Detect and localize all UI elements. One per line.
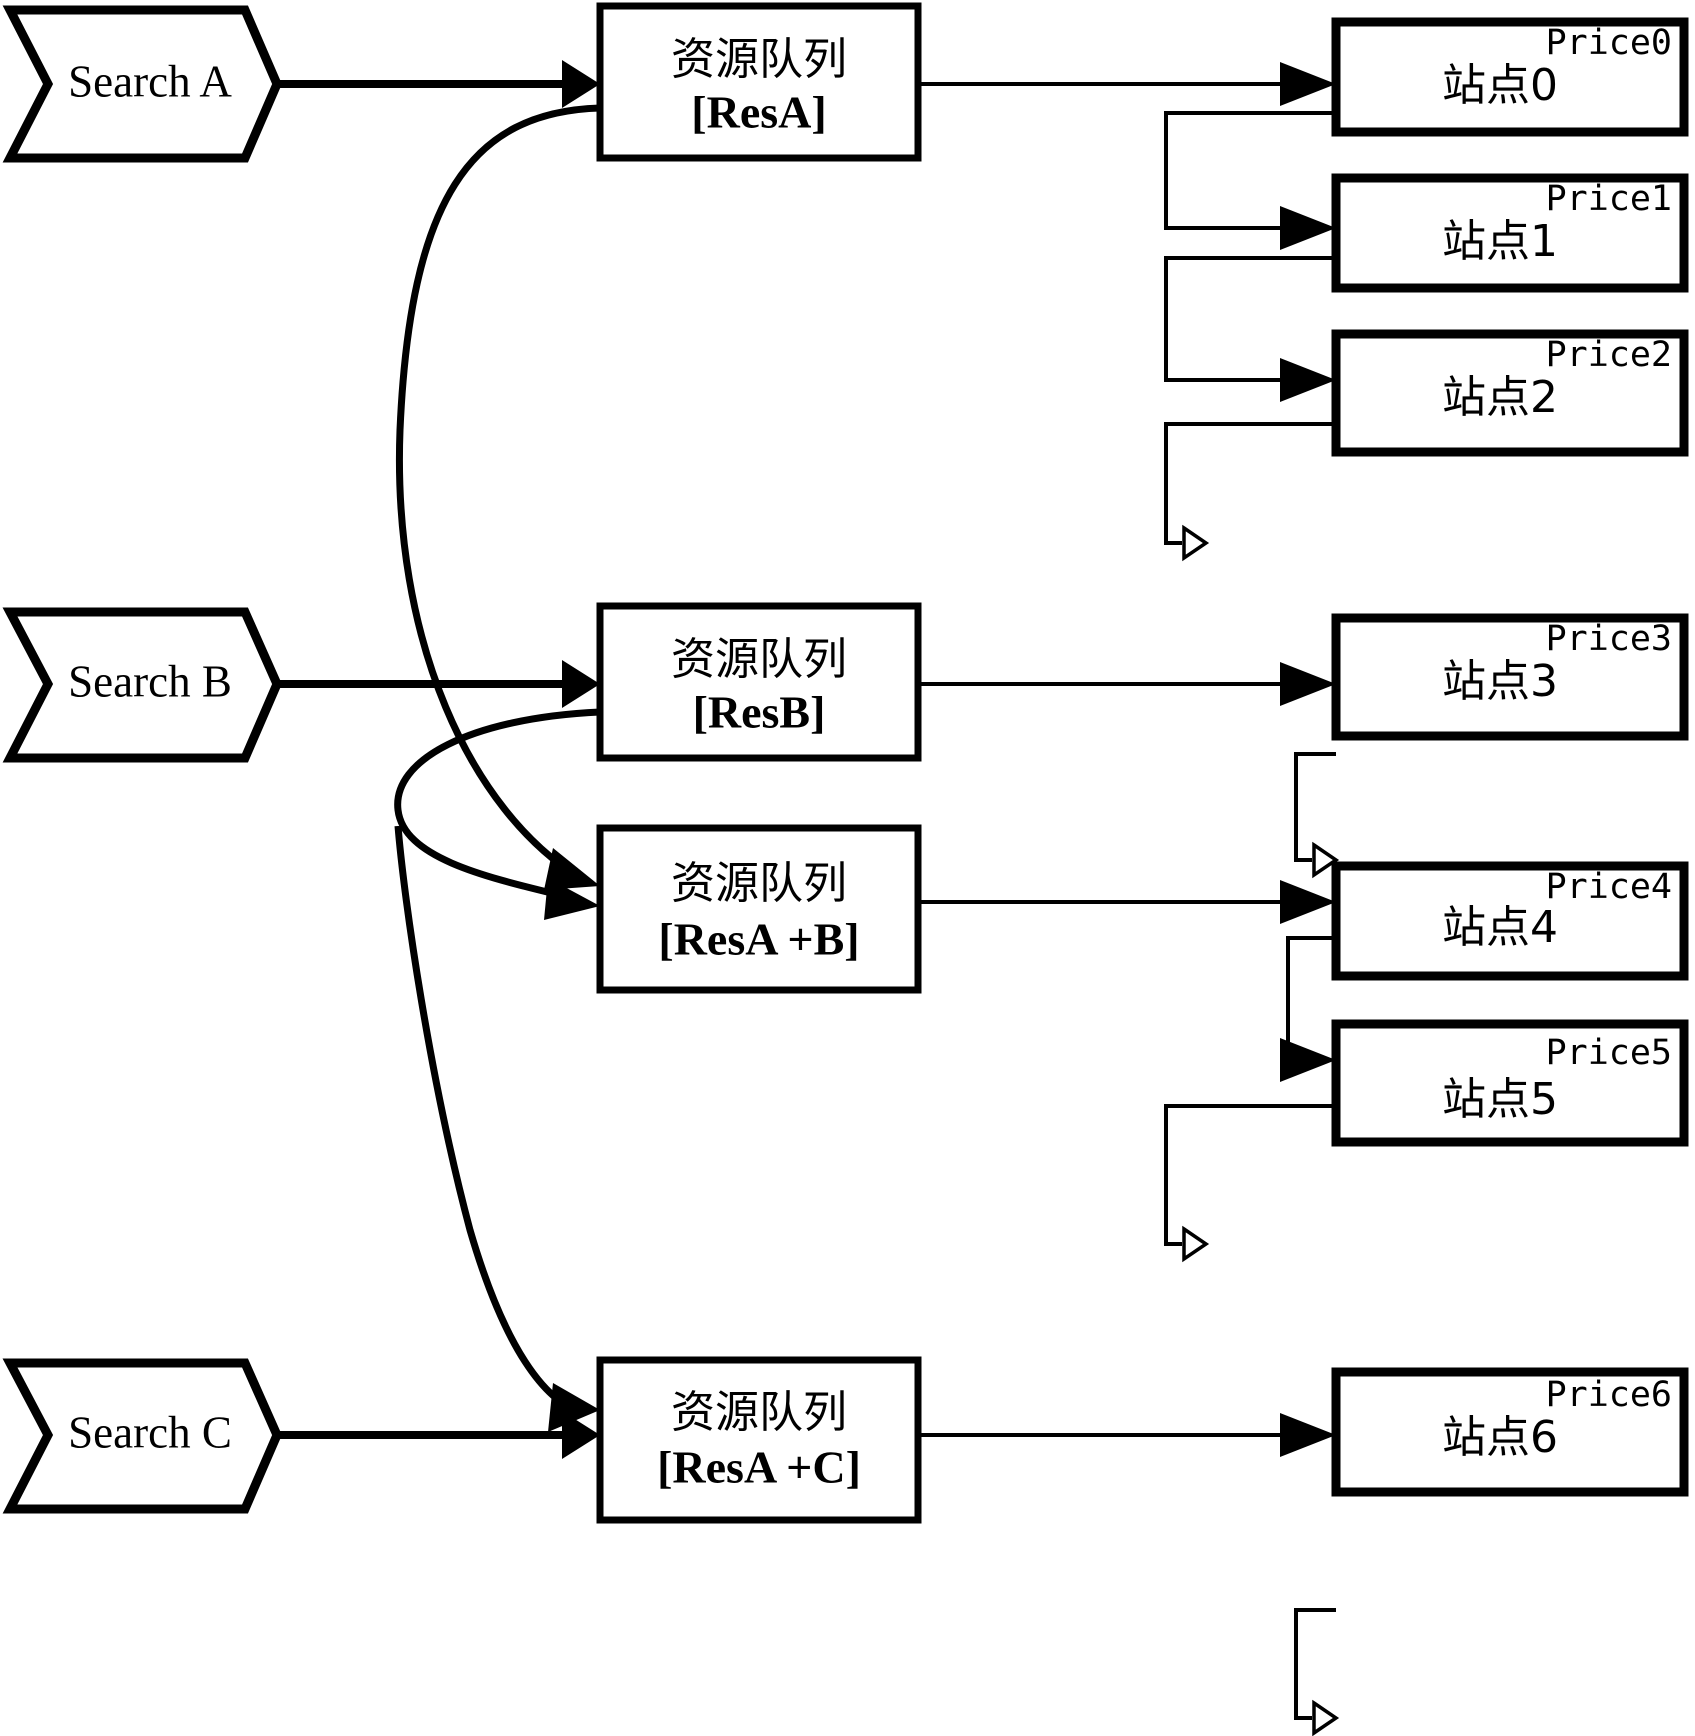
edge-resac-to-site6 bbox=[918, 1413, 1336, 1457]
site-node-2[interactable]: Price2 站点2 bbox=[1331, 329, 1689, 457]
site-6-price: Price6 bbox=[1546, 1375, 1672, 1415]
chain-site2-terminal bbox=[1164, 422, 1336, 562]
queue-resa-line2: [ResA] bbox=[691, 87, 826, 138]
site-node-1[interactable]: Price1 站点1 bbox=[1331, 173, 1689, 293]
queue-node-resa[interactable]: 资源队列 [ResA] bbox=[596, 2, 922, 162]
queue-resab-line2: [ResA +B] bbox=[658, 914, 859, 965]
edge-resa-to-site0 bbox=[918, 62, 1336, 106]
site-node-4[interactable]: Price4 站点4 bbox=[1331, 861, 1689, 981]
edge-resab-to-site4 bbox=[918, 880, 1336, 924]
search-node-c[interactable]: Search C bbox=[2, 1358, 282, 1514]
search-a-label: Search A bbox=[68, 56, 232, 106]
chain-site6-terminal bbox=[1294, 1608, 1340, 1736]
flow-diagram: Search A Search B Search C 资源队列 [ResA] 资… bbox=[2, 2, 1689, 1736]
site-5-name: 站点5 bbox=[1442, 1074, 1558, 1125]
queue-resab-line1: 资源队列 bbox=[671, 858, 847, 909]
queue-node-resb[interactable]: 资源队列 [ResB] bbox=[596, 602, 922, 762]
chain-site0-to-site1 bbox=[1164, 111, 1336, 250]
site-3-price: Price3 bbox=[1546, 619, 1672, 659]
site-1-price: Price1 bbox=[1546, 179, 1672, 219]
queue-resb-line1: 资源队列 bbox=[671, 634, 847, 685]
chain-site1-to-site2 bbox=[1164, 256, 1336, 402]
site-2-price: Price2 bbox=[1546, 335, 1672, 375]
chain-site4-to-site5 bbox=[1280, 936, 1336, 1082]
site-node-5[interactable]: Price5 站点5 bbox=[1331, 1019, 1689, 1147]
site-node-0[interactable]: Price0 站点0 bbox=[1331, 17, 1689, 137]
site-0-price: Price0 bbox=[1546, 23, 1672, 63]
site-node-6[interactable]: Price6 站点6 bbox=[1331, 1367, 1689, 1497]
site-0-name: 站点0 bbox=[1442, 60, 1558, 111]
chain-site5-terminal bbox=[1164, 1104, 1336, 1263]
edge-searcha-to-resab bbox=[395, 104, 601, 890]
search-node-a[interactable]: Search A bbox=[2, 5, 282, 163]
edge-trunk-to-resac bbox=[394, 825, 600, 1432]
edge-resb-to-site3 bbox=[918, 662, 1336, 706]
site-4-price: Price4 bbox=[1546, 867, 1672, 907]
site-2-name: 站点2 bbox=[1442, 372, 1558, 423]
queue-node-resac[interactable]: 资源队列 [ResA +C] bbox=[596, 1356, 922, 1524]
edge-searchb-to-resb bbox=[272, 660, 600, 708]
chain-site3-terminal bbox=[1294, 752, 1340, 879]
site-1-name: 站点1 bbox=[1442, 216, 1558, 267]
search-node-b[interactable]: Search B bbox=[2, 607, 282, 763]
queue-resac-line2: [ResA +C] bbox=[657, 1442, 861, 1493]
queue-node-resab[interactable]: 资源队列 [ResA +B] bbox=[596, 824, 922, 994]
search-c-label: Search C bbox=[68, 1407, 232, 1457]
queue-resac-line1: 资源队列 bbox=[671, 1387, 847, 1438]
site-node-3[interactable]: Price3 站点3 bbox=[1331, 613, 1689, 741]
site-3-name: 站点3 bbox=[1442, 656, 1558, 707]
edge-searcha-to-resa bbox=[272, 60, 600, 108]
queue-resb-line2: [ResB] bbox=[693, 687, 826, 738]
edge-searchb-to-resab bbox=[394, 708, 601, 920]
site-6-name: 站点6 bbox=[1442, 1412, 1558, 1463]
diagram-canvas: Search A Search B Search C 资源队列 [ResA] 资… bbox=[0, 0, 1695, 1736]
site-5-price: Price5 bbox=[1546, 1033, 1672, 1073]
queue-resa-line1: 资源队列 bbox=[671, 34, 847, 85]
search-b-label: Search B bbox=[68, 656, 232, 706]
site-4-name: 站点4 bbox=[1442, 902, 1558, 953]
